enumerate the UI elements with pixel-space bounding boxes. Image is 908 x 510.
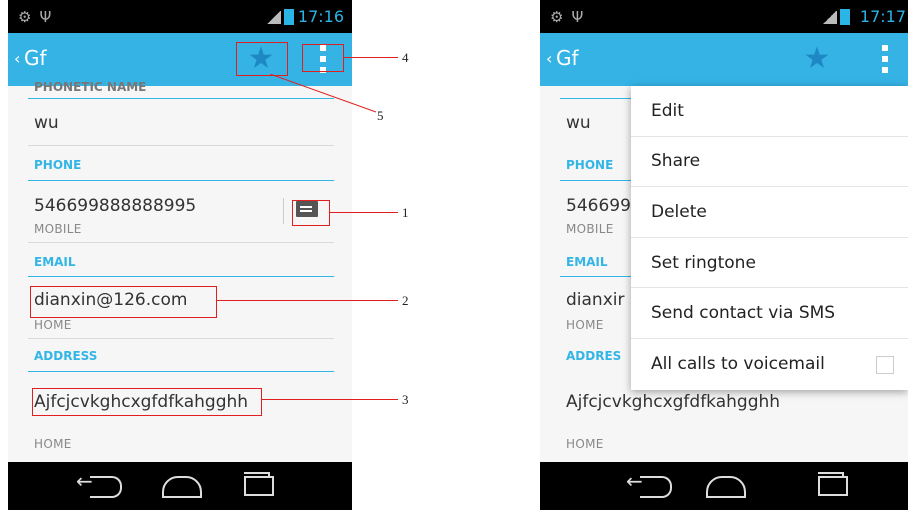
overflow-menu: Edit Share Delete Set ringtone Send cont… <box>631 86 908 390</box>
signal-icon <box>822 10 837 24</box>
email-section-header: EMAIL <box>566 255 608 269</box>
phone-section-header: PHONE <box>34 158 82 172</box>
annotation-leader-5 <box>270 74 377 113</box>
navigation-bar <box>8 462 352 510</box>
status-bar: ⚙Ψ 17:17 <box>540 0 908 33</box>
menu-item-share[interactable]: Share <box>631 137 908 188</box>
menu-item-label: Edit <box>651 100 684 121</box>
phone-type: MOBILE <box>34 222 82 236</box>
annotation-label-1: 1 <box>402 205 409 220</box>
notification-icons: ⚙Ψ <box>550 8 592 26</box>
phone-number[interactable]: 546699 <box>566 196 631 216</box>
annotation-label-5: 5 <box>377 108 384 123</box>
status-indicators <box>266 9 294 25</box>
section-divider <box>28 276 334 277</box>
annotation-box-3 <box>32 388 262 416</box>
phonetic-name-value[interactable]: wu <box>566 113 591 133</box>
contact-name-title[interactable]: Gf <box>24 46 47 70</box>
battery-icon <box>284 9 294 25</box>
phonetic-name-value[interactable]: wu <box>34 113 59 133</box>
menu-item-send-contact-sms[interactable]: Send contact via SMS <box>631 288 908 339</box>
email-address[interactable]: dianxir <box>566 290 624 310</box>
navigation-bar <box>540 462 908 510</box>
phone-number[interactable]: 546699888888995 <box>34 196 196 216</box>
home-icon[interactable] <box>706 476 746 498</box>
contact-detail-screen-menu: ⚙Ψ 17:17 ‹ Gf ★ wu PHONE 546699 MOBILE E… <box>540 0 908 510</box>
email-type: HOME <box>566 318 604 332</box>
section-divider <box>28 180 334 181</box>
up-caret-icon[interactable]: ‹ <box>546 49 552 68</box>
address-section-header: ADDRES <box>566 349 622 363</box>
annotation-box-1 <box>292 200 330 226</box>
contact-name-title[interactable]: Gf <box>556 46 579 70</box>
status-time: 17:16 <box>297 7 344 26</box>
menu-item-set-ringtone[interactable]: Set ringtone <box>631 238 908 289</box>
voicemail-checkbox[interactable] <box>876 355 894 374</box>
status-bar: ⚙Ψ 17:16 <box>8 0 352 33</box>
annotation-leader-3 <box>262 399 398 400</box>
home-icon[interactable] <box>162 476 202 498</box>
action-bar: ‹ Gf ★ <box>540 33 908 86</box>
recent-apps-icon[interactable] <box>244 472 274 496</box>
recent-apps-icon[interactable] <box>818 472 848 496</box>
annotation-box-2 <box>30 286 217 318</box>
annotation-label-4: 4 <box>402 50 409 65</box>
menu-item-label: All calls to voicemail <box>651 354 825 375</box>
notification-icons: ⚙Ψ <box>18 8 60 26</box>
row-divider <box>28 145 334 146</box>
menu-item-all-calls-voicemail[interactable]: All calls to voicemail <box>631 339 908 390</box>
overflow-menu-icon[interactable] <box>882 45 888 73</box>
email-type: HOME <box>34 318 72 332</box>
section-divider <box>28 371 334 372</box>
address-type: HOME <box>34 437 72 451</box>
signal-icon <box>266 10 281 24</box>
phone-section-header: PHONE <box>566 158 614 172</box>
battery-icon <box>840 9 850 25</box>
status-time: 17:17 <box>859 7 906 26</box>
menu-item-delete[interactable]: Delete <box>631 187 908 238</box>
menu-item-label: Send contact via SMS <box>651 303 836 324</box>
address-value[interactable]: Ajfcjcvkghcxgfdfkahgghh <box>566 392 780 412</box>
menu-item-edit[interactable]: Edit <box>631 86 908 137</box>
address-type: HOME <box>566 437 604 451</box>
row-divider <box>28 338 334 339</box>
status-indicators <box>822 9 850 25</box>
annotation-label-2: 2 <box>402 293 409 308</box>
annotation-box-4 <box>302 44 344 72</box>
menu-item-label: Set ringtone <box>651 252 756 273</box>
action-separator <box>283 198 284 224</box>
phonetic-name-header: PHONETIC NAME <box>34 80 147 94</box>
address-section-header: ADDRESS <box>34 349 98 363</box>
star-icon[interactable]: ★ <box>802 44 832 74</box>
phone-type: MOBILE <box>566 222 614 236</box>
annotation-label-3: 3 <box>402 392 409 407</box>
menu-item-label: Share <box>651 151 701 172</box>
annotation-box-5 <box>236 42 288 76</box>
row-divider <box>28 242 334 243</box>
back-icon[interactable] <box>76 469 122 498</box>
annotation-leader-1 <box>330 212 398 213</box>
up-caret-icon[interactable]: ‹ <box>14 49 20 68</box>
annotation-leader-4 <box>344 57 398 58</box>
menu-item-label: Delete <box>651 201 707 222</box>
email-section-header: EMAIL <box>34 255 76 269</box>
back-icon[interactable] <box>626 469 672 498</box>
annotation-leader-2 <box>217 300 398 301</box>
